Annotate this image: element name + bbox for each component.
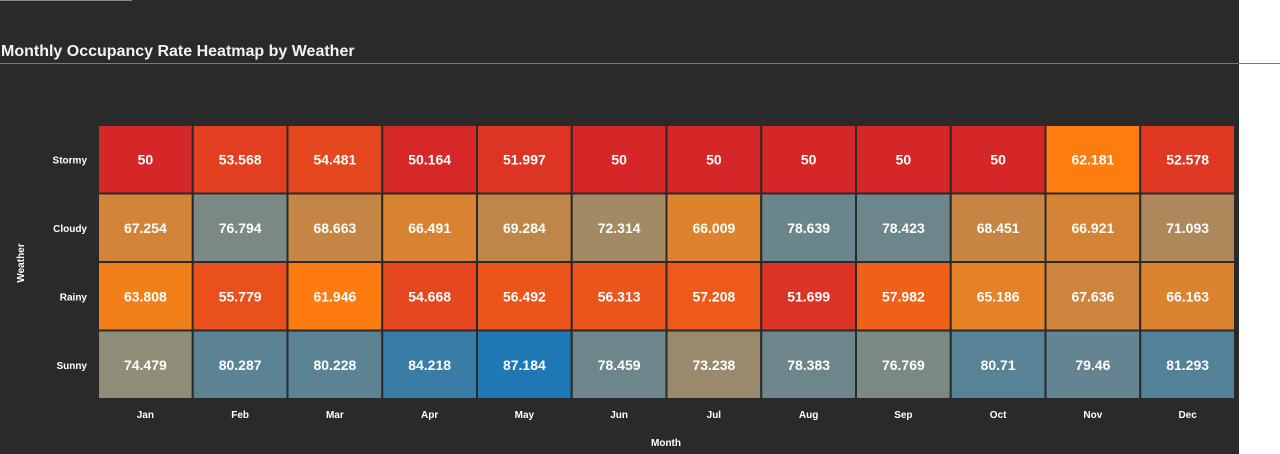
x-tick-label: Mar [326, 410, 344, 421]
cell-value-label: 78.639 [787, 220, 830, 236]
cell-value-label: 76.769 [882, 357, 925, 373]
x-tick-label: Oct [990, 410, 1007, 421]
cell-value-label: 78.423 [882, 220, 925, 236]
cell-value-label: 66.009 [692, 220, 735, 236]
x-tick-label: Nov [1083, 410, 1102, 421]
cell-value-label: 51.699 [787, 288, 830, 304]
cell-value-label: 50.164 [408, 151, 451, 167]
cell-value-label: 50 [138, 151, 154, 167]
cell-value-label: 67.254 [124, 220, 167, 236]
cell-value-label: 81.293 [1166, 357, 1209, 373]
cell-value-label: 69.284 [503, 220, 546, 236]
y-axis-ticks: Stormy Cloudy Rainy Sunny [53, 155, 88, 372]
cell-value-label: 50 [801, 151, 817, 167]
x-tick-label: Aug [799, 410, 818, 421]
x-tick-label: Jan [137, 410, 154, 421]
cell-value-label: 65.186 [977, 288, 1020, 304]
cell-value-label: 56.492 [503, 288, 546, 304]
x-tick-label: Sep [894, 410, 912, 421]
cell-value-label: 56.313 [598, 288, 641, 304]
cell-value-label: 53.568 [219, 151, 262, 167]
cell-value-label: 76.794 [219, 220, 262, 236]
heatmap-chart: 50 53.568 54.481 50.164 51.997 50 50 50 50 50 62.1… [16, 124, 1236, 449]
cell-value-label: 78.459 [598, 357, 641, 373]
cell-value-label: 54.481 [313, 151, 356, 167]
cell-value-label: 80.287 [219, 357, 262, 373]
cell-value-label: 80.228 [313, 357, 356, 373]
y-tick-label: Cloudy [53, 224, 87, 235]
cell-value-label: 66.921 [1071, 220, 1114, 236]
x-axis-label: Month [651, 438, 681, 449]
cell-value-label: 74.479 [124, 357, 167, 373]
y-tick-label: Sunny [56, 361, 87, 372]
cell-value-label: 55.779 [219, 288, 262, 304]
cell-value-label: 68.451 [977, 220, 1020, 236]
cell-value-label: 50 [990, 151, 1006, 167]
cell-value-label: 63.808 [124, 288, 167, 304]
cell-value-label: 72.314 [598, 220, 641, 236]
x-tick-label: Dec [1178, 410, 1197, 421]
cell-value-label: 87.184 [503, 357, 546, 373]
x-tick-label: Jul [707, 410, 722, 421]
cell-value-label: 67.636 [1071, 288, 1114, 304]
cell-value-label: 68.663 [313, 220, 356, 236]
cell-value-label: 66.491 [408, 220, 451, 236]
cell-value-label: 61.946 [313, 288, 356, 304]
cell-value-label: 78.383 [787, 357, 830, 373]
cell-value-label: 66.163 [1166, 288, 1209, 304]
cell-value-label: 50 [706, 151, 722, 167]
cell-value-label: 73.238 [692, 357, 735, 373]
cell-value-label: 62.181 [1071, 151, 1114, 167]
cell-value-label: 50 [611, 151, 627, 167]
cell-value-label: 84.218 [408, 357, 451, 373]
cell-value-label: 50 [896, 151, 912, 167]
x-tick-label: Apr [421, 410, 438, 421]
x-axis-ticks: Jan Feb Mar Apr May Jun Jul Aug Sep Oct Nov Dec [137, 410, 1197, 421]
cell-value-label: 79.46 [1075, 357, 1110, 373]
x-tick-label: May [515, 410, 535, 421]
cell-value-label: 57.982 [882, 288, 925, 304]
cell-value-label: 71.093 [1166, 220, 1209, 236]
y-tick-label: Stormy [53, 155, 88, 166]
cell-value-label: 80.71 [981, 357, 1016, 373]
cell-value-label: 54.668 [408, 288, 451, 304]
x-tick-label: Jun [610, 410, 628, 421]
heatmap-cells: 50 53.568 54.481 50.164 51.997 50 50 50 50 50 62.1… [97, 124, 1236, 400]
cell-value-label: 52.578 [1166, 151, 1209, 167]
y-axis-label: Weather [16, 243, 27, 282]
x-tick-label: Feb [231, 410, 249, 421]
y-tick-label: Rainy [60, 292, 88, 303]
cell-value-label: 57.208 [692, 288, 735, 304]
cell-value-label: 51.997 [503, 151, 546, 167]
